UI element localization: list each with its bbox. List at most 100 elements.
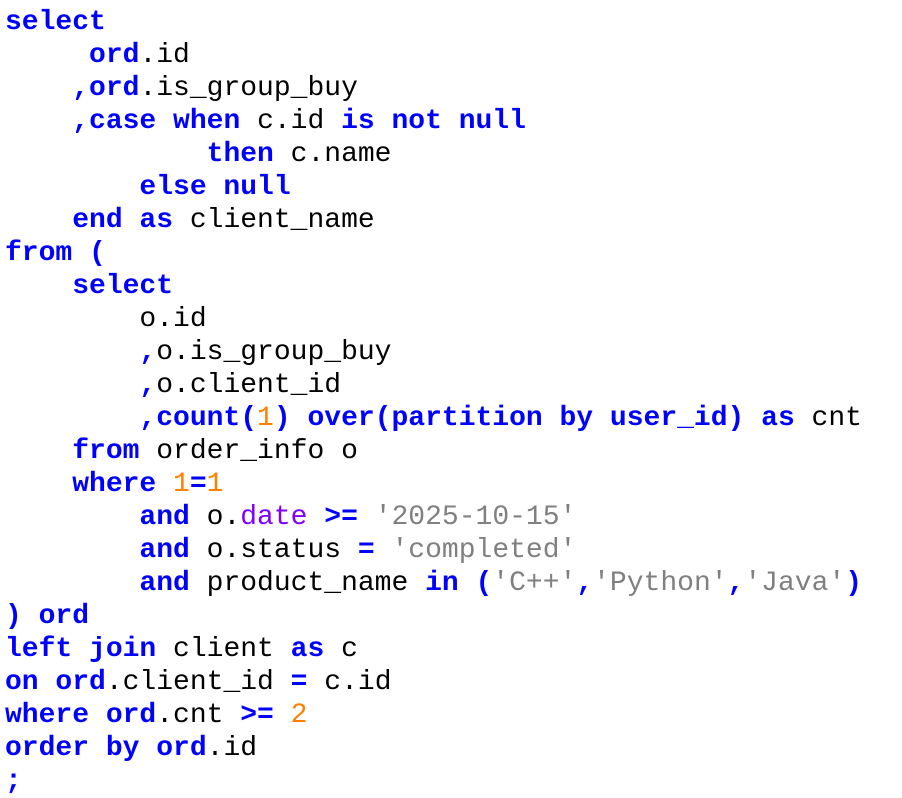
code-line: ,ord.is_group_buy [5, 72, 902, 105]
number-token: 1 [173, 469, 190, 500]
keyword-token: , [139, 337, 157, 368]
keyword-token: then [206, 139, 291, 170]
keyword-token: , [576, 568, 594, 599]
text-token: order_info o [156, 436, 358, 467]
code-line: and o.status = 'completed' [5, 534, 902, 567]
keyword-token: ) over(partition by user_id) as [273, 403, 812, 434]
text-token: client [173, 634, 291, 665]
string-token: 'completed' [391, 535, 577, 566]
keyword-token: and [139, 502, 207, 533]
code-line: select [5, 6, 902, 39]
code-line: on ord.client_id = c.id [5, 666, 902, 699]
text-token: c.name [290, 139, 392, 170]
keyword-token: ; [5, 766, 22, 797]
code-line: ord.id [5, 39, 902, 72]
code-line: ) ord [5, 600, 902, 633]
text-token: o.client_id [156, 370, 342, 401]
keyword-token: left join [5, 634, 174, 665]
keyword-token: = [357, 535, 375, 566]
text-token: o. [206, 502, 241, 533]
text-token: o.id [5, 304, 207, 335]
keyword-token: ,count( [139, 403, 258, 434]
code-line: ,case when c.id is not null [5, 105, 902, 138]
code-line: ,count(1) over(partition by user_id) as … [5, 402, 902, 435]
keyword-token: and [139, 535, 207, 566]
code-line: from ( [5, 237, 902, 270]
keyword-token: end as [72, 205, 190, 236]
keyword-token: ,ord [72, 73, 140, 104]
number-token: 2 [290, 700, 308, 731]
keyword-token: is not null [341, 106, 526, 137]
keyword-token: ord [89, 40, 140, 71]
code-line: ; [5, 765, 902, 798]
code-line: o.id [5, 303, 902, 336]
keyword-token: on ord [5, 667, 106, 698]
code-line: where 1=1 [5, 468, 902, 501]
text-token: o.status [206, 535, 358, 566]
code-line: order by ord.id [5, 732, 902, 765]
text-token: product_name [206, 568, 426, 599]
keyword-token: else null [139, 172, 291, 203]
text-token: c.id [257, 106, 342, 137]
keyword-token: order by ord [5, 733, 207, 764]
text-token: o.is_group_buy [156, 337, 392, 368]
text-token: .id [206, 733, 258, 764]
text-token: .is_group_buy [139, 73, 358, 104]
keyword-token: ) ord [5, 601, 90, 632]
keyword-token: ,case when [72, 106, 258, 137]
string-token: '2025-10-15' [374, 502, 577, 533]
keyword-token: where ord [5, 700, 157, 731]
code-line: else null [5, 171, 902, 204]
keyword-token: from [72, 436, 157, 467]
text-token: cnt [811, 403, 862, 434]
code-line: from order_info o [5, 435, 902, 468]
string-token: 'Java' [744, 568, 846, 599]
number-token: 1 [206, 469, 224, 500]
keyword-token: in ( [425, 568, 493, 599]
text-token: .cnt [156, 700, 241, 731]
code-line: ,o.is_group_buy [5, 336, 902, 369]
number-token: 1 [257, 403, 274, 434]
keyword-token: select [5, 7, 106, 38]
code-line: then c.name [5, 138, 902, 171]
keyword-token: and [139, 568, 207, 599]
text-token: .id [139, 40, 190, 71]
sql-code-editor[interactable]: select ord.id ,ord.is_group_buy ,case wh… [0, 0, 902, 798]
function-token: date [240, 502, 308, 533]
code-line: and o.date >= '2025-10-15' [5, 501, 902, 534]
code-line: ,o.client_id [5, 369, 902, 402]
text-token: c [341, 634, 358, 665]
code-line: left join client as c [5, 633, 902, 666]
keyword-token: >= [240, 700, 274, 731]
keyword-token: as [290, 634, 342, 665]
keyword-token: = [189, 469, 207, 500]
string-token: 'Python' [593, 568, 728, 599]
text-token: .client_id [105, 667, 291, 698]
string-token: 'C++' [492, 568, 577, 599]
text-token: client_name [189, 205, 375, 236]
code-line: and product_name in ('C++','Python','Jav… [5, 567, 902, 600]
keyword-token: >= [324, 502, 358, 533]
keyword-token: where [72, 469, 174, 500]
code-line: select [5, 270, 902, 303]
keyword-token: , [139, 370, 157, 401]
keyword-token: , [727, 568, 745, 599]
text-token: c.id [307, 667, 392, 698]
